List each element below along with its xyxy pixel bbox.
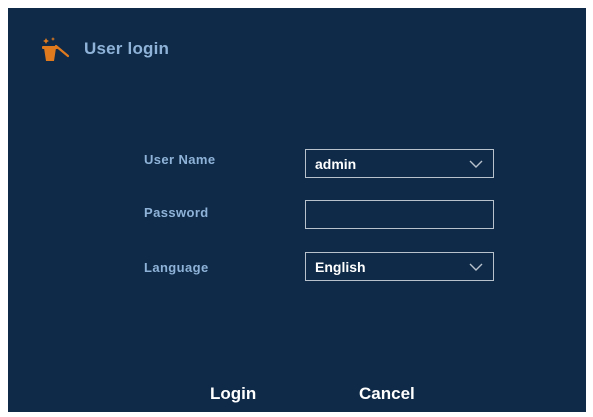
- language-label: Language: [144, 260, 209, 275]
- login-dialog: User login User Name admin Password Lang…: [8, 8, 586, 412]
- dialog-title-bar: User login: [40, 36, 169, 62]
- chevron-down-icon[interactable]: [469, 263, 483, 271]
- password-label: Password: [144, 205, 209, 220]
- username-label: User Name: [144, 152, 216, 167]
- dialog-title: User login: [84, 39, 170, 58]
- login-button[interactable]: Login: [210, 384, 256, 404]
- language-value: English: [315, 258, 366, 275]
- password-field[interactable]: [305, 200, 494, 229]
- username-value: admin: [315, 155, 357, 172]
- language-select[interactable]: English: [305, 252, 494, 281]
- chevron-down-icon[interactable]: [469, 160, 483, 168]
- wizard-hat-icon: [42, 37, 70, 61]
- username-select[interactable]: admin: [305, 149, 494, 178]
- cancel-button[interactable]: Cancel: [359, 384, 415, 404]
